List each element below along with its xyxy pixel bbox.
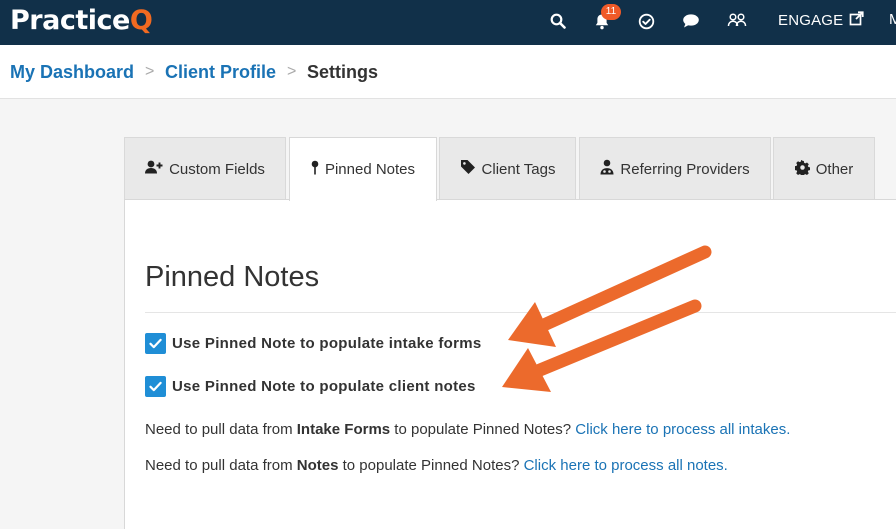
intake-help-bold: Intake Forms [296, 421, 391, 438]
page-title: Pinned Notes [145, 261, 320, 293]
breadcrumb-my-dashboard[interactable]: My Dashboard [10, 62, 134, 83]
logo-main-text: Practice [10, 4, 130, 36]
tab-custom-fields[interactable]: Custom Fields [124, 137, 286, 200]
process-all-notes-link[interactable]: Click here to process all notes. [524, 457, 728, 474]
option-client-notes[interactable]: Use Pinned Note to populate client notes [145, 376, 476, 397]
tab-pinned-notes[interactable]: Pinned Notes [289, 137, 437, 201]
user-plus-icon [145, 160, 163, 178]
external-link-icon [849, 11, 864, 30]
logo-accent-text: Q [129, 4, 153, 36]
notes-help-prefix: Need to pull data from [145, 457, 297, 474]
intake-help-middle: to populate Pinned Notes? [390, 421, 576, 438]
practiceq-logo[interactable]: Practice Q [10, 3, 153, 37]
tab-other[interactable]: Other [773, 137, 875, 200]
breadcrumb-current-settings: Settings [307, 62, 379, 82]
tag-icon [460, 159, 476, 179]
breadcrumb-client-profile[interactable]: Client Profile [165, 62, 276, 83]
tab-client-tags[interactable]: Client Tags [439, 137, 576, 200]
notification-badge: 11 [601, 4, 621, 20]
tab-referring-providers[interactable]: Referring Providers [579, 137, 771, 200]
check-circle-icon[interactable] [636, 11, 656, 31]
tab-label: Other [815, 160, 854, 178]
notes-help-bold: Notes [296, 457, 339, 474]
process-all-intakes-link[interactable]: Click here to process all intakes. [575, 421, 790, 438]
notes-help-middle: to populate Pinned Notes? [338, 457, 524, 474]
client-notes-label: Use Pinned Note to populate client notes [172, 378, 476, 395]
intake-help-text: Need to pull data from Intake Forms to p… [145, 421, 790, 438]
intake-forms-label: Use Pinned Note to populate intake forms [172, 335, 482, 352]
users-icon[interactable] [727, 11, 747, 31]
notes-help-text: Need to pull data from Notes to populate… [145, 457, 728, 474]
option-intake-forms[interactable]: Use Pinned Note to populate intake forms [145, 333, 482, 354]
intake-help-prefix: Need to pull data from [145, 421, 297, 438]
pinned-notes-panel [124, 199, 896, 529]
breadcrumb-separator: > [287, 63, 297, 80]
tab-label: Client Tags [481, 160, 556, 178]
provider-icon [600, 159, 614, 179]
top-nav-bar: Practice Q 11 ENGAGE M [0, 0, 896, 45]
gear-icon [794, 159, 810, 179]
breadcrumb: My Dashboard > Client Profile > Settings [0, 45, 896, 99]
divider [145, 312, 896, 313]
search-icon[interactable] [548, 11, 568, 31]
breadcrumb-separator: > [145, 63, 155, 80]
intake-forms-checkbox[interactable] [145, 333, 166, 354]
tab-label: Custom Fields [169, 160, 265, 178]
chat-icon[interactable] [681, 11, 701, 31]
tab-label: Referring Providers [620, 160, 750, 178]
more-menu[interactable]: M [889, 11, 896, 28]
tab-label: Pinned Notes [324, 161, 416, 178]
engage-link[interactable]: ENGAGE [778, 11, 864, 30]
engage-label: ENGAGE [778, 12, 844, 29]
pin-icon [311, 160, 319, 179]
client-notes-checkbox[interactable] [145, 376, 166, 397]
